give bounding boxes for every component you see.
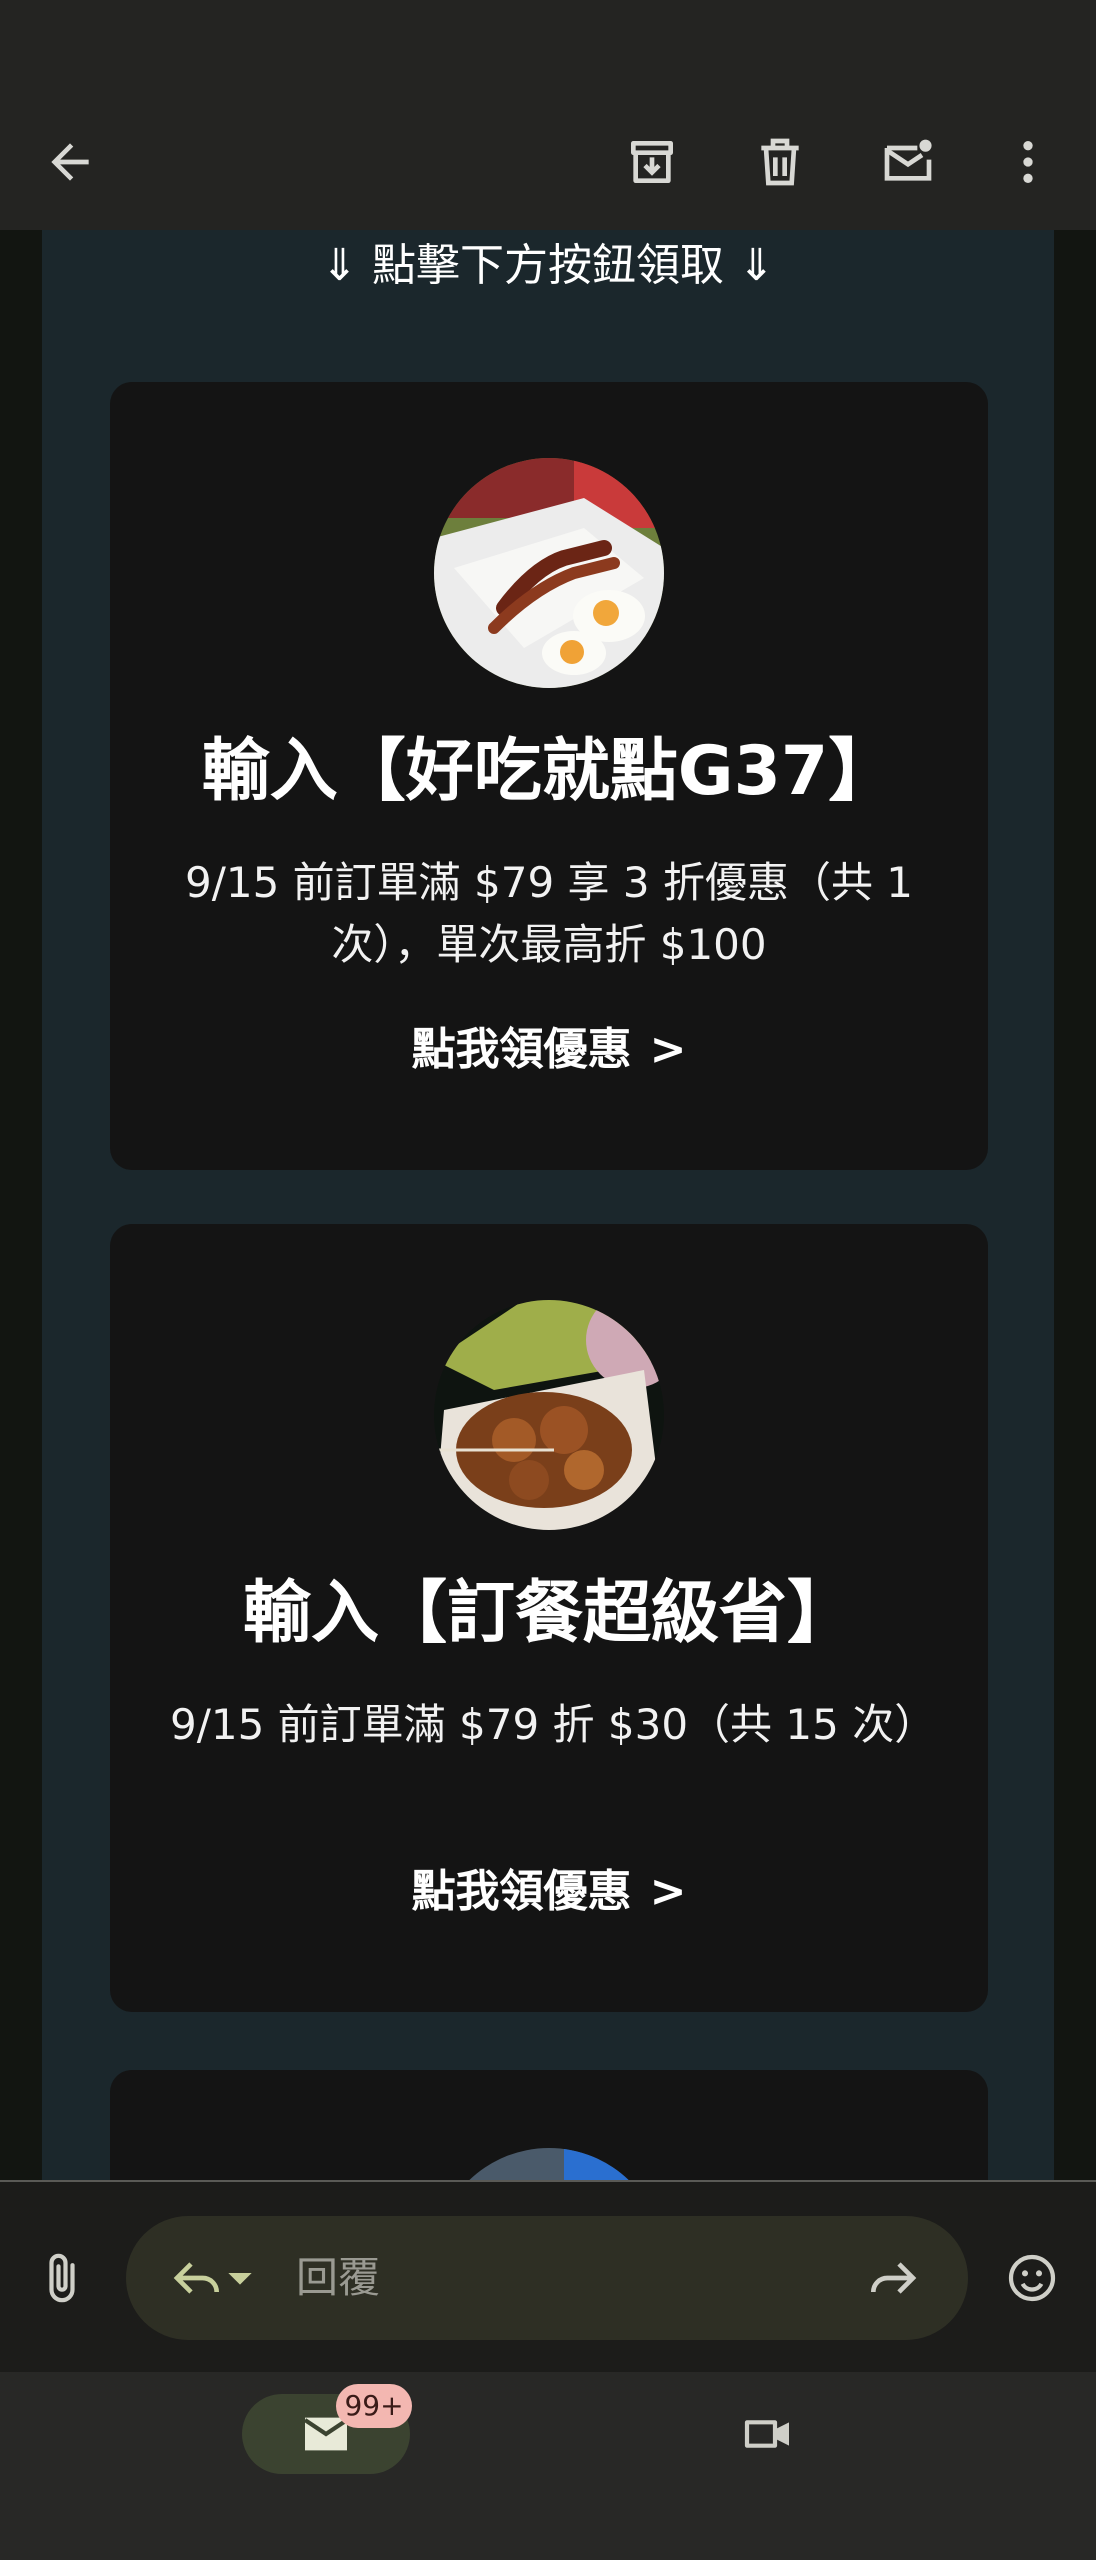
claim-coupon-link[interactable]: 點我領優惠 > (110, 1022, 988, 1078)
more-vert-icon (1023, 141, 1033, 183)
chevron-right-icon: > (649, 1024, 687, 1075)
mark-unread-button[interactable] (860, 114, 956, 210)
fried-chicken-photo (434, 1300, 664, 1530)
coupon-title: 輸入【好吃就點G37】 (201, 732, 897, 811)
trash-icon (761, 138, 799, 186)
bacon-eggs-photo (434, 458, 664, 688)
paperclip-icon (49, 2253, 75, 2303)
coupon-description: 9/15 前訂單滿 $79 折 $30（共 15 次） (170, 1700, 937, 1749)
coupon-title: 輸入【訂餐超級省】 (242, 1574, 855, 1653)
status-bar (0, 0, 1096, 96)
claim-coupon-link[interactable]: 點我領優惠 > (110, 1864, 988, 1920)
more-options-button[interactable] (980, 114, 1076, 210)
video-camera-icon (744, 2420, 789, 2448)
coupon-card (110, 2070, 988, 2180)
coupon-description: 9/15 前訂單滿 $79 享 3 折優惠（共 1 次），單次最高折 $100 (184, 858, 914, 969)
caret-down-icon (228, 2273, 252, 2285)
emoji-icon (1008, 2254, 1056, 2302)
email-content[interactable]: ⇓ 點擊下方按鈕領取 ⇓ 輸入【好吃就點G37】 9/15 前訂單滿 $79 享… (0, 230, 1096, 2180)
email-body: ⇓ 點擊下方按鈕領取 ⇓ 輸入【好吃就點G37】 9/15 前訂單滿 $79 享… (42, 230, 1054, 2180)
reply-placeholder: 回覆 (296, 2253, 381, 2302)
emoji-button[interactable] (984, 2230, 1080, 2326)
top-app-bar (0, 96, 1096, 230)
arrow-left-icon (51, 143, 89, 181)
claim-coupon-label: 點我領優惠 (411, 1866, 632, 1917)
reply-options-button[interactable] (210, 2230, 270, 2326)
delete-button[interactable] (732, 114, 828, 210)
back-button[interactable] (22, 114, 118, 210)
meet-tab[interactable] (720, 2386, 816, 2482)
coupon-card: 輸入【好吃就點G37】 9/15 前訂單滿 $79 享 3 折優惠（共 1 次）… (110, 382, 988, 1170)
unread-count-badge: 99+ (336, 2384, 412, 2428)
compose-bar: 回覆 (0, 2180, 1096, 2374)
archive-icon (631, 141, 673, 184)
claim-coupon-label: 點我領優惠 (411, 1024, 632, 1075)
chevron-right-icon: > (649, 1866, 687, 1917)
attach-button[interactable] (14, 2230, 110, 2326)
food-photo (434, 2148, 664, 2180)
reply-field[interactable]: 回覆 (126, 2216, 968, 2340)
coupon-card: 輸入【訂餐超級省】 9/15 前訂單滿 $79 折 $30（共 15 次） 點我… (110, 1224, 988, 2012)
forward-icon (871, 2262, 917, 2294)
archive-button[interactable] (604, 114, 700, 210)
bottom-navigation: 99+ (0, 2372, 1096, 2560)
forward-button[interactable] (844, 2230, 940, 2326)
intro-text: ⇓ 點擊下方按鈕領取 ⇓ (321, 240, 775, 291)
mail-unread-icon (884, 139, 932, 181)
